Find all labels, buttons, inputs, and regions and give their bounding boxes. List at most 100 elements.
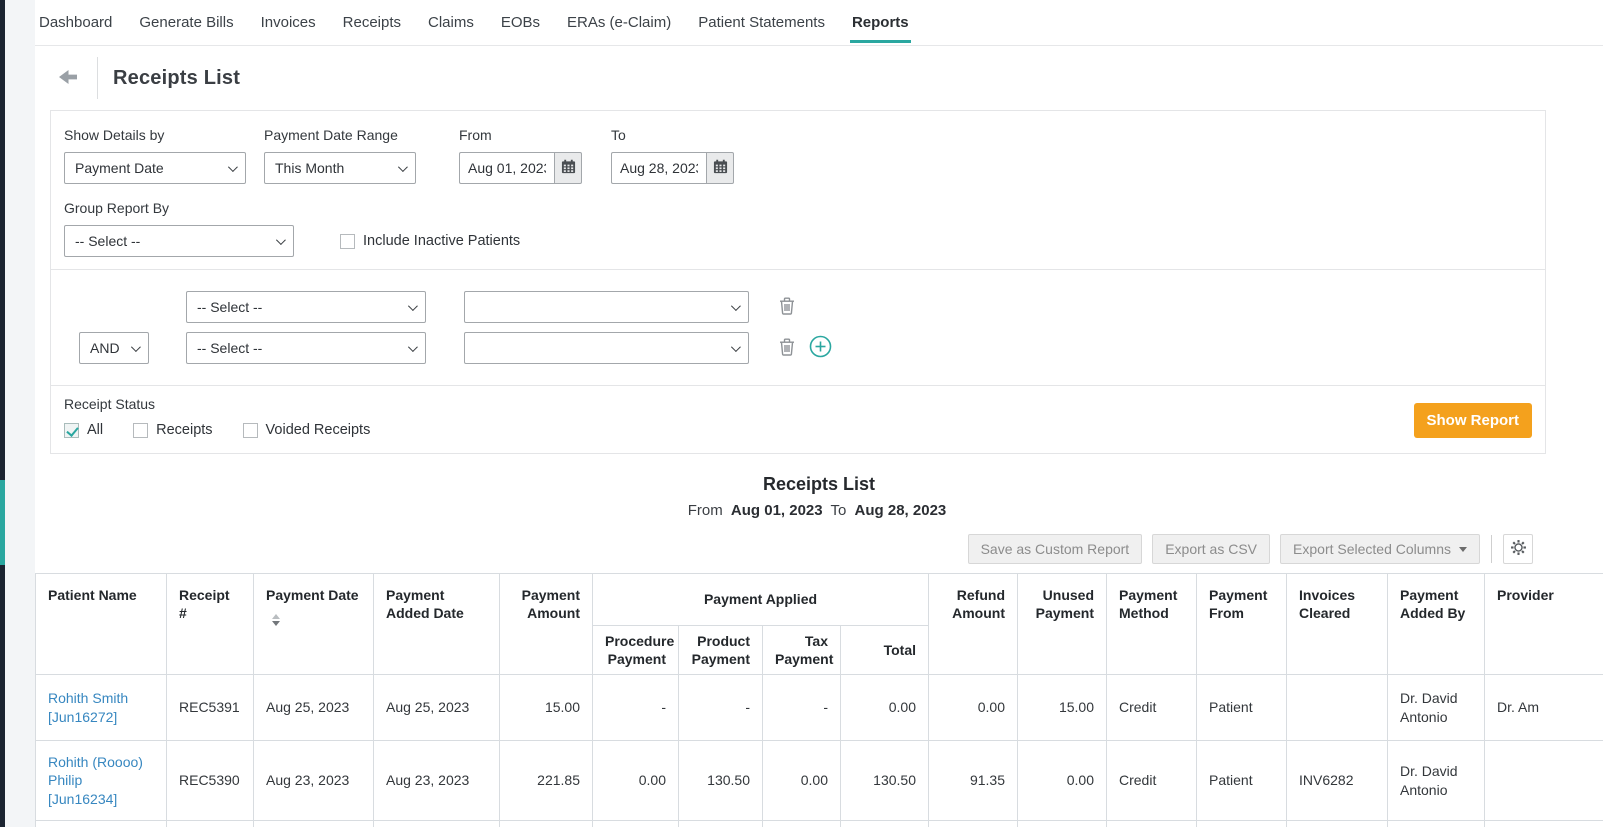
add-condition-button[interactable]	[809, 335, 832, 361]
chevron-down-icon	[731, 301, 741, 311]
report-date-range: From Aug 01, 2023 To Aug 28, 2023	[35, 502, 1603, 519]
range-from-label: From	[688, 502, 723, 519]
patient-name: Rohith Smith	[48, 690, 128, 706]
payment-amount-cell: 15.00	[500, 675, 593, 741]
condition-2-value-select[interactable]	[464, 332, 749, 364]
left-rail	[0, 0, 5, 827]
receipts-table-wrap: Patient Name Receipt # Payment Date Paym…	[35, 573, 1603, 827]
payment-from-cell: Patient	[1197, 741, 1287, 821]
condition-2-delete-button[interactable]	[779, 338, 795, 359]
to-date-label: To	[611, 127, 734, 143]
condition-2-field-select[interactable]: -- Select --	[186, 332, 426, 364]
patient-name: Rohith (Roooo) Philip	[48, 754, 143, 789]
nav-item-receipts[interactable]: Receipts	[343, 0, 401, 45]
condition-1-field-value: -- Select --	[197, 299, 262, 315]
col-header-total: Total	[841, 626, 929, 675]
provider-cell	[1485, 741, 1603, 821]
receipt-status-voided-checkbox[interactable]	[243, 423, 258, 438]
receipt-status-all-checkbox[interactable]	[64, 423, 79, 438]
calendar-icon	[713, 159, 728, 177]
patient-name-cell: Rohith (Roooo) Philip[Jun16234]	[36, 741, 167, 821]
chevron-down-icon	[731, 342, 741, 352]
report-title: Receipts List	[35, 474, 1603, 495]
group-report-by-select[interactable]: -- Select --	[64, 225, 294, 257]
from-calendar-button[interactable]	[554, 152, 582, 184]
nav-item-generate-bills[interactable]: Generate Bills	[139, 0, 233, 45]
unused-payment-cell: 0.00	[1018, 741, 1107, 821]
nav-item-eobs[interactable]: EOBs	[501, 0, 540, 45]
invoices-cleared-cell: INV6282	[1287, 741, 1388, 821]
gear-icon	[1510, 539, 1527, 559]
export-selected-columns-button[interactable]: Export Selected Columns	[1280, 534, 1480, 564]
group-report-by-value: -- Select --	[75, 233, 140, 249]
trash-icon	[779, 338, 795, 359]
from-date-field: From	[459, 127, 582, 184]
chevron-down-icon	[228, 162, 238, 172]
left-gutter	[5, 0, 35, 827]
toolbar-separator	[1491, 535, 1492, 563]
procedure-payment-cell: -	[593, 675, 679, 741]
nav-item-patient-statements[interactable]: Patient Statements	[698, 0, 825, 45]
back-button[interactable]	[55, 65, 81, 91]
receipt-status-receipts-checkbox[interactable]	[133, 423, 148, 438]
group-report-by-label: Group Report By	[64, 200, 294, 216]
table-row: Rohith (Roooo) Philip[Jun16234] REC5390 …	[36, 741, 1603, 821]
show-details-by-value: Payment Date	[75, 160, 164, 176]
col-header-payment-added-by: Payment Added By	[1388, 574, 1485, 675]
col-header-payment-amount: Payment Amount	[500, 574, 593, 675]
col-header-receipt-no: Receipt #	[167, 574, 254, 675]
receipt-status-all-option: All	[64, 422, 103, 438]
calendar-icon	[561, 159, 576, 177]
chevron-down-icon	[131, 342, 141, 352]
caret-down-icon	[1459, 547, 1467, 552]
condition-1-field-select[interactable]: -- Select --	[186, 291, 426, 323]
payment-added-by-cell: Dr. David Antonio	[1388, 741, 1485, 821]
nav-item-dashboard[interactable]: Dashboard	[39, 0, 112, 45]
main-content: Dashboard Generate Bills Invoices Receip…	[35, 0, 1603, 827]
show-report-button[interactable]: Show Report	[1414, 403, 1533, 438]
nav-item-invoices[interactable]: Invoices	[261, 0, 316, 45]
payment-date-range-value: This Month	[275, 160, 344, 176]
nav-item-claims[interactable]: Claims	[428, 0, 474, 45]
top-nav: Dashboard Generate Bills Invoices Receip…	[35, 0, 1603, 46]
provider-cell: Dr. Am	[1485, 675, 1603, 741]
to-calendar-button[interactable]	[706, 152, 734, 184]
payment-added-date-cell: Aug 23, 2023	[374, 741, 500, 821]
col-header-payment-added-date: Payment Added Date	[374, 574, 500, 675]
nav-item-reports[interactable]: Reports	[852, 0, 909, 45]
col-header-invoices-cleared: Invoices Cleared	[1287, 574, 1388, 675]
nav-item-eras-e-claim[interactable]: ERAs (e-Claim)	[567, 0, 671, 45]
condition-1-delete-button[interactable]	[779, 297, 795, 318]
to-date-field: To	[611, 127, 734, 184]
include-inactive-patients-option: Include Inactive Patients	[340, 233, 520, 249]
export-as-csv-button[interactable]: Export as CSV	[1152, 534, 1270, 564]
col-header-provider: Provider	[1485, 574, 1603, 675]
show-details-by-select[interactable]: Payment Date	[64, 152, 246, 184]
col-header-payment-from: Payment From	[1197, 574, 1287, 675]
condition-2-operator-select[interactable]: AND	[79, 332, 149, 364]
receipt-status-all-label: All	[87, 422, 103, 438]
receipt-status-group: Receipt Status All Receipts Voided Recei…	[64, 396, 370, 438]
include-inactive-patients-checkbox[interactable]	[340, 234, 355, 249]
invoices-cleared-cell	[1287, 675, 1388, 741]
col-header-unused-payment: Unused Payment	[1018, 574, 1107, 675]
receipt-status-receipts-option: Receipts	[133, 422, 212, 438]
col-header-payment-date[interactable]: Payment Date	[254, 574, 374, 675]
condition-2-field-value: -- Select --	[197, 340, 262, 356]
patient-id: [Jun16272]	[48, 709, 117, 725]
chevron-down-icon	[408, 342, 418, 352]
from-date-label: From	[459, 127, 582, 143]
table-row: Rohith Smith[Jun16272] REC5391 Aug 25, 2…	[36, 675, 1603, 741]
payment-method-cell: Credit	[1107, 675, 1197, 741]
patient-link[interactable]: Rohith Smith [Jun16272]	[48, 689, 154, 727]
patient-link[interactable]: Rohith (Roooo) Philip[Jun16234]	[48, 753, 154, 810]
from-date-input[interactable]	[459, 152, 554, 184]
report-toolbar: Save as Custom Report Export as CSV Expo…	[35, 534, 1533, 564]
condition-1-value-select[interactable]	[464, 291, 749, 323]
payment-date-range-select[interactable]: This Month	[264, 152, 416, 184]
sort-icon[interactable]	[272, 614, 280, 626]
save-as-custom-report-button[interactable]: Save as Custom Report	[968, 534, 1143, 564]
payment-from-cell: Patient	[1197, 675, 1287, 741]
to-date-input[interactable]	[611, 152, 706, 184]
column-settings-button[interactable]	[1503, 534, 1533, 564]
